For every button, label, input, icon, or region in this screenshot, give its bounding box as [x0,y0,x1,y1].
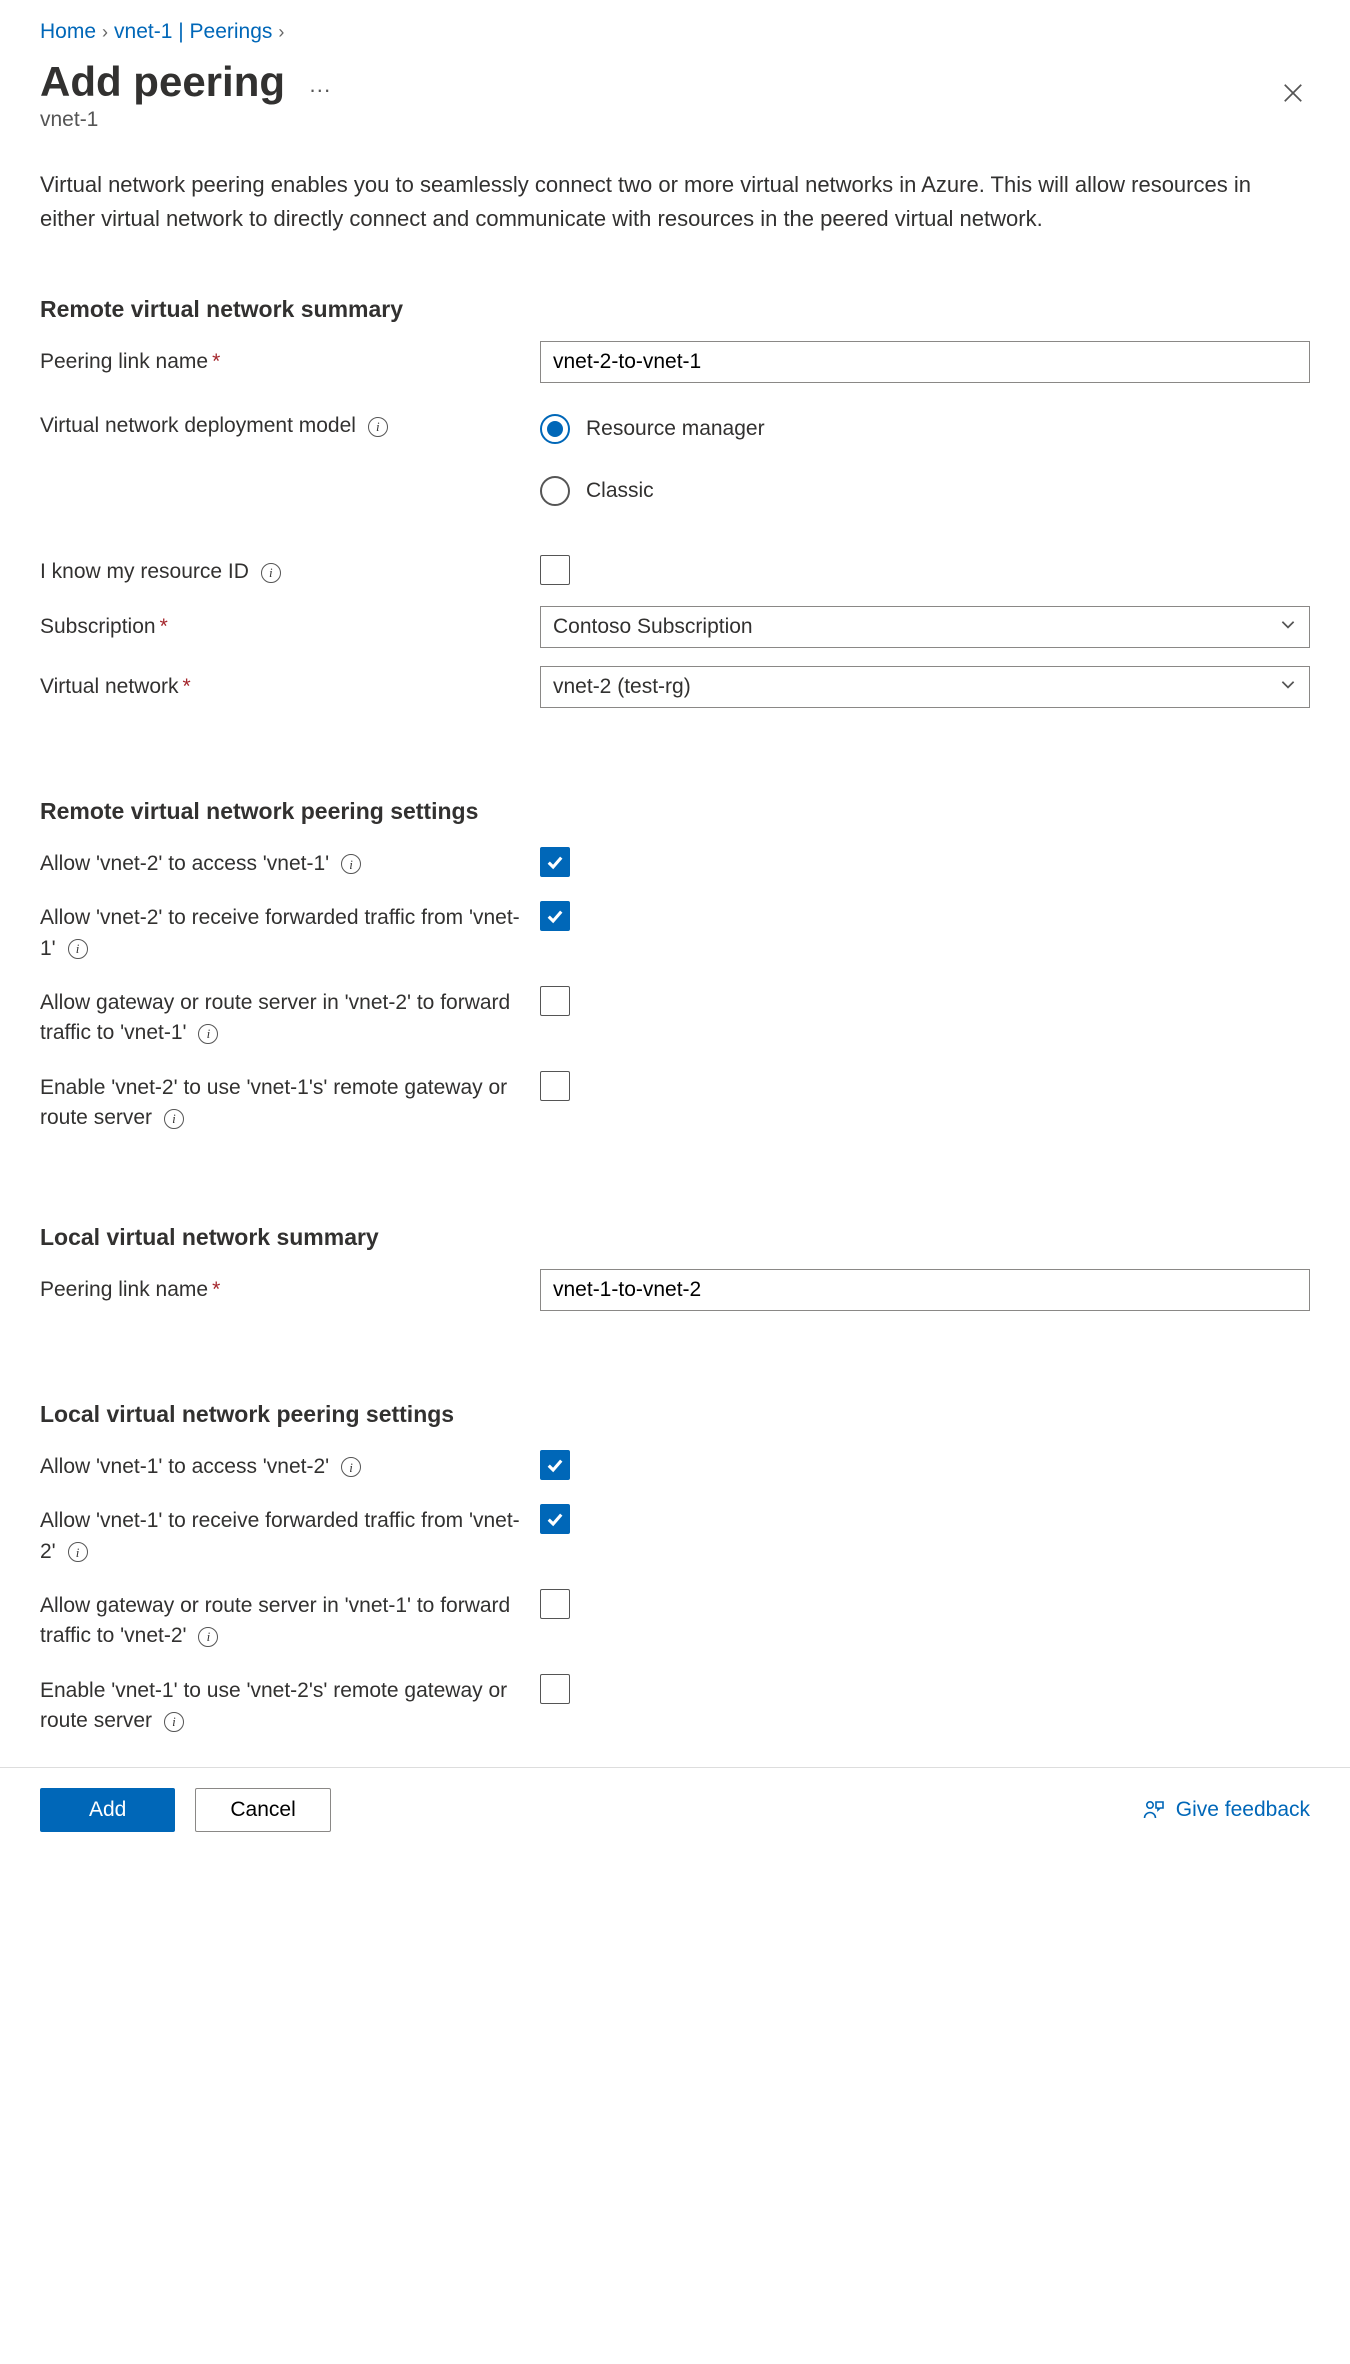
more-actions-button[interactable]: ··· [309,77,331,103]
allow-fwd-remote-label: Allow 'vnet-2' to receive forwarded traf… [40,897,540,964]
allow-gateway-remote-label: Allow gateway or route server in 'vnet-2… [40,982,540,1049]
chevron-down-icon [1279,675,1297,699]
radio-label: Resource manager [586,417,765,441]
allow-fwd-local-checkbox[interactable] [540,1504,570,1534]
allow-gateway-local-label: Allow gateway or route server in 'vnet-1… [40,1585,540,1652]
info-icon[interactable]: i [198,1627,218,1647]
allow-gateway-remote-checkbox[interactable] [540,986,570,1016]
allow-gateway-local-checkbox[interactable] [540,1589,570,1619]
allow-access-remote-checkbox[interactable] [540,847,570,877]
close-button[interactable] [1276,75,1310,115]
enable-remote-gw-remote-label: Enable 'vnet-2' to use 'vnet-1's' remote… [40,1067,540,1134]
page-title: Add peering [40,58,285,106]
chevron-right-icon: › [278,22,284,43]
info-icon[interactable]: i [198,1024,218,1044]
chevron-right-icon: › [102,22,108,43]
info-icon[interactable]: i [261,563,281,583]
page-subtitle: vnet-1 [40,108,331,132]
info-icon[interactable]: i [68,939,88,959]
breadcrumb-vnet[interactable]: vnet-1 | Peerings [114,20,272,44]
peering-link-name-local-label: Peering link name* [40,1269,540,1305]
feedback-icon [1142,1798,1166,1822]
radio-resource-manager[interactable]: Resource manager [540,409,1310,449]
info-icon[interactable]: i [341,1457,361,1477]
section-local-settings: Local virtual network peering settings [40,1401,1310,1428]
add-button[interactable]: Add [40,1788,175,1832]
section-local-summary: Local virtual network summary [40,1224,1310,1251]
peering-link-name-input-remote[interactable] [540,341,1310,383]
enable-remote-gw-local-checkbox[interactable] [540,1674,570,1704]
allow-access-local-checkbox[interactable] [540,1450,570,1480]
cancel-button[interactable]: Cancel [195,1788,330,1832]
section-remote-settings: Remote virtual network peering settings [40,798,1310,825]
subscription-select[interactable]: Contoso Subscription [540,606,1310,648]
know-resource-id-label: I know my resource ID i [40,551,540,587]
enable-remote-gw-remote-checkbox[interactable] [540,1071,570,1101]
virtual-network-label: Virtual network* [40,666,540,702]
radio-label: Classic [586,479,654,503]
deployment-model-label: Virtual network deployment model i [40,401,540,441]
subscription-label: Subscription* [40,606,540,642]
allow-access-local-label: Allow 'vnet-1' to access 'vnet-2' i [40,1446,540,1482]
intro-text: Virtual network peering enables you to s… [40,168,1300,236]
info-icon[interactable]: i [368,417,388,437]
peering-link-name-input-local[interactable] [540,1269,1310,1311]
allow-fwd-local-label: Allow 'vnet-1' to receive forwarded traf… [40,1500,540,1567]
enable-remote-gw-local-label: Enable 'vnet-1' to use 'vnet-2's' remote… [40,1670,540,1737]
breadcrumb: Home › vnet-1 | Peerings › [40,20,1310,44]
virtual-network-select[interactable]: vnet-2 (test-rg) [540,666,1310,708]
give-feedback-link[interactable]: Give feedback [1142,1798,1310,1822]
allow-access-remote-label: Allow 'vnet-2' to access 'vnet-1' i [40,843,540,879]
breadcrumb-home[interactable]: Home [40,20,96,44]
peering-link-name-label: Peering link name* [40,341,540,377]
section-remote-summary: Remote virtual network summary [40,296,1310,323]
info-icon[interactable]: i [341,854,361,874]
allow-fwd-remote-checkbox[interactable] [540,901,570,931]
chevron-down-icon [1279,615,1297,639]
info-icon[interactable]: i [164,1712,184,1732]
radio-classic[interactable]: Classic [540,471,1310,511]
info-icon[interactable]: i [164,1109,184,1129]
know-resource-id-checkbox[interactable] [540,555,570,585]
info-icon[interactable]: i [68,1542,88,1562]
